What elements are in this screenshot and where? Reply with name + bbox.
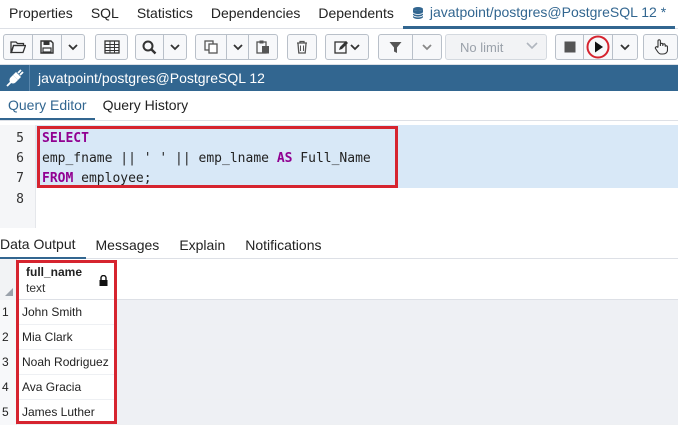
chevron-down-icon xyxy=(620,43,630,50)
row-limit-select[interactable]: No limit xyxy=(445,34,547,60)
execute-button-group xyxy=(555,34,638,60)
find-button[interactable] xyxy=(136,35,164,59)
tab-statistics[interactable]: Statistics xyxy=(128,0,202,29)
find-options-dropdown[interactable] xyxy=(164,35,186,59)
tab-query-editor[interactable]: Query Editor xyxy=(0,91,95,120)
edit-rows-button[interactable] xyxy=(96,35,127,59)
hand-pointer-icon xyxy=(654,39,668,55)
chevron-down-icon xyxy=(68,43,78,50)
paste-button[interactable] xyxy=(249,35,277,59)
database-icon xyxy=(412,6,424,19)
select-all-corner[interactable] xyxy=(0,259,17,300)
line-number: 6 xyxy=(16,151,24,166)
tab-query-history[interactable]: Query History xyxy=(95,91,197,120)
find-button-group xyxy=(135,34,187,60)
tab-dependents[interactable]: Dependents xyxy=(309,0,403,29)
result-highlight-box xyxy=(16,260,117,424)
filter-button[interactable] xyxy=(379,35,413,59)
stop-query-button[interactable] xyxy=(556,35,584,59)
table-grid-icon xyxy=(103,40,120,54)
delete-button-group xyxy=(287,34,317,60)
file-button-group xyxy=(3,34,85,60)
open-file-button[interactable] xyxy=(4,35,33,59)
tab-messages[interactable]: Messages xyxy=(86,232,170,258)
connection-status-button[interactable] xyxy=(0,65,30,91)
sql-editor[interactable]: 5 SELECT 6 emp_fname || ' ' || emp_lname… xyxy=(0,125,678,228)
row-number: 1 xyxy=(0,300,17,325)
tab-query-tool[interactable]: javatpoint/postgres@PostgreSQL 12 * xyxy=(402,0,676,29)
chevron-down-icon xyxy=(232,43,243,50)
play-icon xyxy=(586,35,610,59)
filter-icon xyxy=(389,41,402,53)
macros-button[interactable] xyxy=(644,35,677,59)
copy-button[interactable] xyxy=(196,35,227,59)
row-number: 5 xyxy=(0,400,17,425)
line-number: 8 xyxy=(16,192,24,207)
row-number: 3 xyxy=(0,350,17,375)
line-number: 7 xyxy=(16,171,24,186)
output-tab-strip: Data Output Messages Explain Notificatio… xyxy=(0,231,678,259)
code-line: 8 xyxy=(0,190,678,210)
connection-label: javatpoint/postgres@PostgreSQL 12 xyxy=(38,70,265,86)
chevron-down-icon xyxy=(422,43,432,50)
tab-notifications[interactable]: Notifications xyxy=(235,232,331,258)
result-grid: full_name text 1 John Smith 2 Mia Clark … xyxy=(0,259,678,425)
save-options-dropdown[interactable] xyxy=(62,35,84,59)
clipboard-button-group xyxy=(195,34,278,60)
paste-icon xyxy=(256,40,269,54)
execute-options-dropdown[interactable] xyxy=(613,35,637,59)
chevron-down-icon xyxy=(526,42,538,50)
panel-tab-strip: Properties SQL Statistics Dependencies D… xyxy=(0,0,678,29)
tab-properties[interactable]: Properties xyxy=(0,0,82,29)
copy-icon xyxy=(204,40,218,54)
save-icon xyxy=(40,40,54,54)
pencil-edit-icon xyxy=(334,41,360,54)
filter-options-dropdown[interactable] xyxy=(413,35,441,59)
row-number: 2 xyxy=(0,325,17,350)
connection-bar: javatpoint/postgres@PostgreSQL 12 xyxy=(0,65,678,91)
tab-query-tool-label: javatpoint/postgres@PostgreSQL 12 * xyxy=(429,4,667,20)
query-toolbar: No limit xyxy=(0,29,678,65)
editor-tab-strip: Query Editor Query History xyxy=(0,91,678,121)
search-icon xyxy=(142,40,157,54)
tab-dependencies[interactable]: Dependencies xyxy=(202,0,310,29)
macros-button-group xyxy=(643,34,678,60)
folder-open-icon xyxy=(10,41,26,54)
stop-icon xyxy=(564,41,575,53)
line-number: 5 xyxy=(16,131,24,146)
execute-query-button[interactable] xyxy=(584,35,613,59)
copy-options-dropdown[interactable] xyxy=(227,35,249,59)
delete-rows-button[interactable] xyxy=(288,35,316,59)
code-highlight-box xyxy=(37,126,398,188)
edit-options-button[interactable] xyxy=(326,35,368,59)
save-file-button[interactable] xyxy=(33,35,62,59)
tab-data-output[interactable]: Data Output xyxy=(0,231,86,259)
row-number: 4 xyxy=(0,375,17,400)
plug-connected-icon xyxy=(5,69,24,87)
row-limit-value: No limit xyxy=(460,39,504,55)
trash-icon xyxy=(297,40,307,54)
tab-explain[interactable]: Explain xyxy=(169,232,235,258)
chevron-down-icon xyxy=(170,43,180,50)
filter-button-group xyxy=(378,34,442,60)
tab-sql[interactable]: SQL xyxy=(82,0,128,29)
grid-button-group xyxy=(95,34,128,60)
edit-button-group xyxy=(325,34,369,60)
